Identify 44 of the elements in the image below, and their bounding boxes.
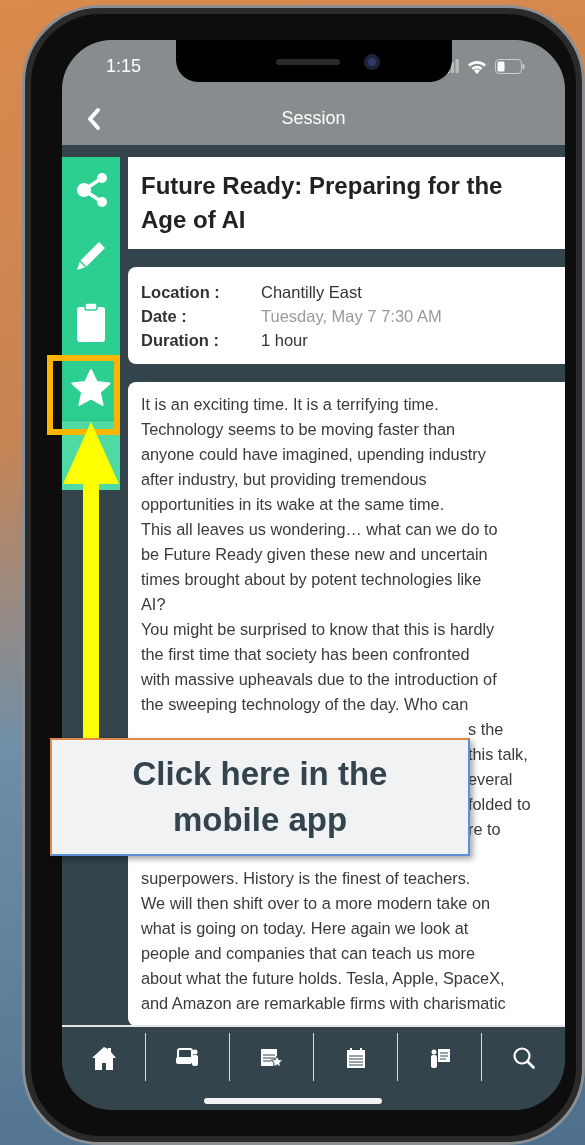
clipboard-icon (76, 302, 106, 342)
description-line: and Amazon are remarkable firms with charismatic (141, 994, 506, 1013)
screen-title: Session (280, 107, 347, 130)
detail-label: Duration : (141, 330, 220, 351)
pencil-icon (74, 239, 108, 273)
description-line: with massive upheavals due to the introduction of (141, 670, 497, 688)
description-line: times brought about by potent technologies like (141, 570, 482, 588)
description-line: It is an exciting time. It is a terrifying time. (141, 395, 439, 413)
calendar-star-icon (260, 1047, 283, 1069)
star-icon (71, 369, 111, 407)
back-button[interactable] (86, 106, 102, 131)
home-icon (90, 1046, 117, 1070)
session-title: Future Ready: Preparing for the Age of AI (141, 171, 504, 235)
calendar-icon (346, 1048, 365, 1068)
description-line: everal (468, 770, 513, 788)
description-line: You might be surprised to know that this is hardly (141, 620, 495, 638)
description-line: what is going on today. Here again we look at (141, 919, 469, 938)
description-line: people and companies that can teach us more (141, 944, 475, 963)
description-line: superpowers. History is the finest of teachers. (141, 869, 471, 888)
search-icon (511, 1046, 536, 1070)
detail-label: Date : (141, 306, 188, 327)
description-line: opportunities in its wake at the same time. (141, 495, 445, 513)
presenter-icon (175, 1048, 200, 1068)
callout-text: Click here in the mobile app (131, 754, 389, 840)
speaker-icon (429, 1048, 450, 1068)
description-line: be Future Ready given these new and uncertain (141, 545, 488, 563)
description-line: anyone could have imagined, upending industry (141, 445, 486, 463)
detail-label: Location : (141, 282, 221, 303)
description-line: We will then shift over to a more modern take on (141, 894, 490, 913)
battery-icon (495, 58, 525, 74)
detail-value: Chantilly East (261, 282, 362, 303)
wifi-icon (467, 58, 487, 74)
camera-icon (276, 54, 380, 70)
description-line: the sweeping technology of the day. Who can (141, 695, 469, 713)
description-line: AI? (141, 595, 166, 613)
status-time: 1:15 (106, 54, 142, 78)
description-line: after industry, but providing tremendous (141, 470, 427, 488)
detail-value: 1 hour (261, 330, 308, 351)
description-line: the first time that society has been confronted (141, 645, 470, 663)
detail-value: Tuesday, May 7 7:30 AM (261, 306, 442, 327)
description-line: Technology seems to be moving faster than (141, 420, 456, 438)
description-line: about what the future holds. Tesla, Apple, SpaceX, (141, 969, 505, 988)
description-line: s the (468, 720, 504, 738)
description-line: This all leaves us wondering… what can we do to (141, 520, 498, 538)
